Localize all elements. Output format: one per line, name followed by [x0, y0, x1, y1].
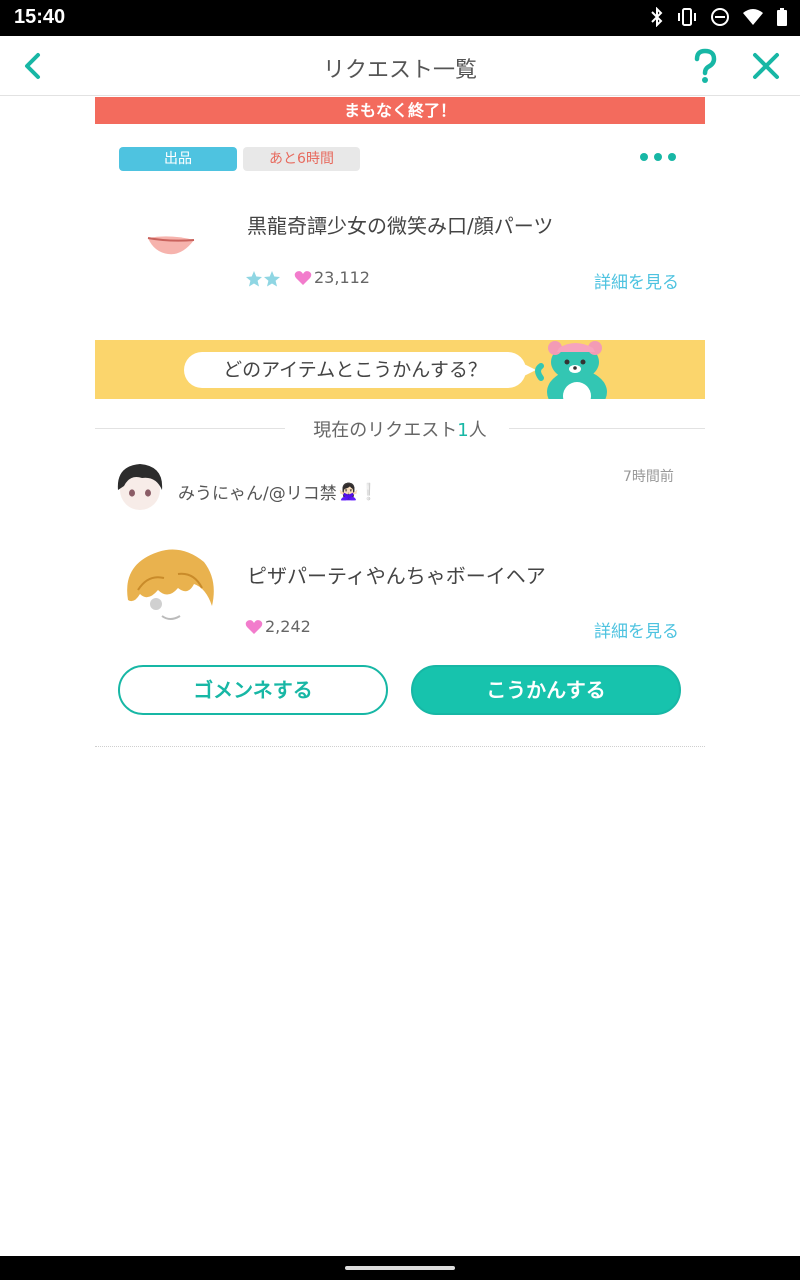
heart-icon	[294, 270, 312, 285]
do-not-disturb-icon	[711, 8, 729, 26]
rarity-stars-icon	[246, 271, 280, 287]
accept-trade-button[interactable]: こうかんする	[411, 665, 681, 715]
divider	[95, 746, 705, 747]
section-suffix: 人	[468, 420, 487, 441]
avatar-icon	[117, 464, 163, 516]
listed-item-likes: 23,112	[294, 268, 370, 287]
requester-avatar[interactable]	[112, 460, 168, 516]
offered-item-likes-count: 2,242	[265, 617, 311, 636]
section-prefix: 現在のリクエスト	[313, 420, 458, 441]
offered-item-thumbnail[interactable]	[118, 544, 222, 636]
status-icons	[650, 7, 788, 27]
decline-button[interactable]: ゴメンネする	[118, 665, 388, 715]
offered-item-detail-link[interactable]: 詳細を見る	[594, 617, 679, 642]
help-question-icon	[694, 48, 717, 83]
heart-icon	[245, 619, 263, 634]
requester-emoji: 🙅🏻‍♀️❕	[338, 482, 379, 501]
page-title: リクエスト一覧	[322, 58, 477, 83]
requester-name-row: みうにゃん/@リコ禁 🙅🏻‍♀️❕	[178, 479, 379, 504]
battery-icon	[777, 8, 787, 26]
listed-tag: 出品	[119, 147, 237, 171]
more-options-button[interactable]	[640, 148, 684, 166]
more-dots-icon	[640, 153, 648, 161]
offered-item-name: ピザパーティやんちゃボーイヘア	[247, 564, 546, 588]
requester-name: みうにゃん/@リコ禁	[178, 484, 337, 504]
system-nav-bar	[0, 1256, 800, 1280]
mouth-parts-icon	[147, 236, 195, 255]
ending-soon-banner: まもなく終了！	[95, 97, 705, 124]
help-button[interactable]	[688, 46, 722, 86]
close-x-icon	[753, 53, 779, 79]
request-count: 1	[457, 420, 469, 441]
wifi-icon	[743, 9, 763, 25]
hair-item-icon	[127, 549, 214, 624]
offered-item-likes: 2,242	[245, 617, 311, 636]
close-button[interactable]	[750, 50, 782, 82]
bear-mascot-icon	[535, 341, 607, 399]
prompt-banner: どのアイテムとこうかんする？	[95, 340, 705, 399]
time-left-tag: あと6時間	[243, 147, 360, 171]
status-bar: 15:40	[0, 0, 800, 36]
listed-item-detail-link[interactable]: 詳細を見る	[594, 268, 679, 293]
listed-item-thumbnail[interactable]	[120, 200, 220, 290]
request-time-ago: 7時間前	[623, 469, 674, 485]
current-requests-header: 現在のリクエスト1人	[95, 414, 705, 444]
vibrate-icon	[678, 8, 696, 26]
listed-item-likes-count: 23,112	[314, 268, 370, 287]
status-time: 15:40	[14, 6, 66, 28]
listed-item-name: 黒龍奇譚少女の微笑み口/顔パーツ	[247, 214, 554, 238]
bluetooth-icon	[651, 7, 663, 27]
prompt-speech-bubble: どのアイテムとこうかんする？	[184, 352, 536, 388]
home-gesture-handle[interactable]	[345, 1266, 455, 1270]
app-header: リクエスト一覧	[0, 36, 800, 96]
